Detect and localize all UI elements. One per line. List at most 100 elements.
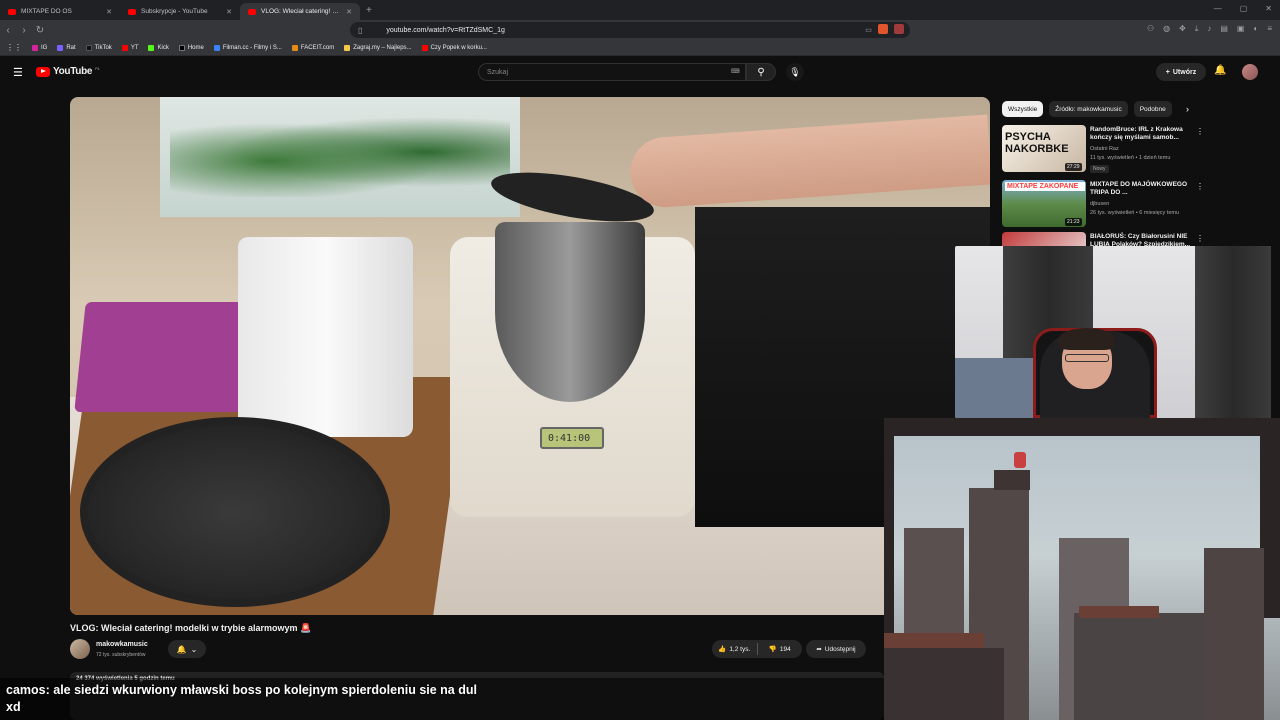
share-button[interactable]: ➦ Udostępnij: [806, 640, 866, 658]
video-scene-thermomix-bowl: [495, 222, 645, 402]
chip-related[interactable]: Podobne: [1133, 101, 1172, 117]
tab-subscriptions[interactable]: Subskrypcje - YouTube ✕: [120, 3, 240, 20]
more-options-icon[interactable]: ⋮: [1196, 127, 1204, 136]
youtube-logo[interactable]: YouTube PL: [36, 66, 100, 77]
recommendation-item[interactable]: PSYCHA NAKORBKE 27:29 RandomBruce: IRL z…: [1002, 125, 1204, 175]
recommendation-channel[interactable]: djbusen: [1090, 201, 1109, 207]
new-tab-icon[interactable]: +: [366, 5, 372, 16]
voice-search-icon[interactable]: 🎙: [786, 63, 804, 81]
recommendation-item[interactable]: BIAŁORUŚ: Czy Białorusini NIE LUBIĄ Pola…: [1002, 232, 1202, 246]
brave-shield-icon[interactable]: [878, 24, 888, 34]
game-building: [1074, 613, 1214, 720]
more-options-icon[interactable]: ⋮: [1196, 182, 1204, 191]
bookmark[interactable]: Zagraj.my – Najleps...: [344, 44, 412, 51]
youtube-icon: [121, 44, 128, 51]
video-scene-paper-towel: [238, 237, 413, 437]
video-scene-baking-tin: [80, 417, 390, 607]
cast-icon[interactable]: ▭: [865, 26, 872, 34]
recommendation-item[interactable]: MIXTAPE ZAKOPANE 21:23 MIXTAPE DO MAJÓWK…: [1002, 180, 1204, 230]
recommendation-title[interactable]: MIXTAPE DO MAJÓWKOWEGO TRIPA DO ...: [1090, 181, 1196, 197]
recommendation-title[interactable]: BIAŁORUŚ: Czy Białorusini NIE LUBIĄ Pola…: [1090, 233, 1196, 246]
window-controls: — ▢ ✕: [1214, 4, 1272, 13]
country-code: PL: [95, 66, 101, 71]
extension-icon[interactable]: ⚇: [1147, 24, 1154, 34]
close-tab-icon[interactable]: ✕: [226, 8, 232, 16]
forward-icon[interactable]: ›: [16, 25, 32, 36]
hamburger-menu-icon[interactable]: ☰: [13, 66, 23, 79]
url-text[interactable]: youtube.com/watch?v=RtTZdSMC_1g: [386, 27, 504, 34]
video-player[interactable]: 0:41:00: [70, 97, 990, 615]
brave-rewards-icon[interactable]: [894, 24, 904, 34]
thumbnail[interactable]: MIXTAPE ZAKOPANE 21:23: [1002, 180, 1086, 227]
download-icon[interactable]: ⤓: [1195, 24, 1199, 34]
bookmarks-bar: ⋮⋮ IG Rat TikTok YT Kick Home Filman.cc …: [0, 40, 1280, 56]
bookmark[interactable]: TikTok: [85, 44, 112, 51]
share-arrow-icon: ➦: [816, 646, 822, 653]
account-avatar[interactable]: [1242, 64, 1258, 80]
recommendation-channel[interactable]: Ostatni Raz: [1090, 146, 1119, 152]
minimize-icon[interactable]: —: [1214, 4, 1222, 13]
close-window-icon[interactable]: ✕: [1265, 4, 1272, 13]
tab-title: MIXTAPE DO OS: [21, 8, 72, 15]
apps-icon[interactable]: ⋮⋮: [6, 43, 22, 52]
tab-vlog[interactable]: VLOG: Wleciał catering! mod... ✕: [240, 3, 360, 20]
create-button[interactable]: + Utwórz: [1156, 63, 1206, 81]
extension-icon[interactable]: ◍: [1163, 24, 1170, 34]
x-icon: [178, 44, 185, 51]
kick-icon: [148, 44, 155, 51]
menu-icon[interactable]: ≡: [1267, 24, 1272, 34]
reload-icon[interactable]: ↻: [32, 25, 48, 36]
bookmark-star-icon[interactable]: ▯: [358, 26, 362, 35]
tab-mixtape[interactable]: MIXTAPE DO OS ✕: [0, 3, 120, 20]
bookmark[interactable]: FACEIT.com: [291, 44, 334, 51]
bookmark[interactable]: Rat: [57, 44, 76, 51]
search-input[interactable]: Szukaj: [478, 63, 746, 81]
chip-from-channel[interactable]: Źródło: makowkamusic: [1049, 101, 1128, 117]
back-icon[interactable]: ‹: [0, 25, 16, 36]
bookmark[interactable]: Kick: [148, 44, 169, 51]
dislike-button[interactable]: 👎 194: [758, 645, 803, 654]
puzzle-icon[interactable]: ✥: [1179, 24, 1186, 34]
bookmark[interactable]: Czy Popek w korku...: [421, 44, 487, 51]
chat-text: : ale siedzi wkurwiony mławski boss po k…: [45, 683, 477, 697]
tab-title: Subskrypcje - YouTube: [141, 8, 208, 15]
chip-all[interactable]: Wszystkie: [1002, 101, 1044, 117]
music-icon[interactable]: ♪: [1207, 24, 1211, 34]
maximize-icon[interactable]: ▢: [1240, 4, 1248, 13]
recommendation-meta: 11 tys. wyświetleń • 1 dzień temu: [1090, 155, 1171, 161]
bookmark[interactable]: YT: [121, 44, 138, 51]
toolbar-extensions: ⚇ ◍ ✥ ⤓ ♪ ▤ ▣ ◐ ≡: [1147, 24, 1272, 34]
notifications-bell-icon[interactable]: 🔔: [1214, 65, 1226, 76]
subscribed-bell-button[interactable]: 🔔 ⌄: [168, 640, 206, 658]
youtube-favicon-icon: [8, 8, 16, 15]
tiktok-icon: [85, 44, 92, 51]
thumbnail[interactable]: PSYCHA NAKORBKE 27:29: [1002, 125, 1086, 172]
close-tab-icon[interactable]: ✕: [346, 8, 352, 16]
like-button[interactable]: 👍 1,2 tys.: [712, 645, 757, 654]
bookmark-icon: [57, 44, 64, 51]
tab-title: VLOG: Wleciał catering! mod...: [261, 8, 342, 15]
channel-name[interactable]: makowkamusic: [96, 641, 148, 648]
recommendation-meta: 26 tys. wyświetleń • 6 miesięcy temu: [1090, 210, 1180, 216]
recommendation-title[interactable]: RandomBruce: IRL z Krakowa kończy się my…: [1090, 126, 1196, 142]
webcam-glasses: [1065, 354, 1109, 362]
thumbs-down-icon: 👎: [768, 646, 777, 653]
bookmark[interactable]: Home: [178, 44, 204, 51]
sidebar-icon[interactable]: ▤: [1220, 24, 1228, 34]
duration-badge: 21:23: [1065, 218, 1082, 226]
thumbnail[interactable]: [1002, 232, 1086, 246]
vpn-icon[interactable]: ◐: [1253, 24, 1258, 34]
extension-shields: [878, 24, 904, 34]
keyboard-icon[interactable]: ⌨: [731, 68, 740, 75]
search-button[interactable]: ⚲: [746, 63, 776, 81]
bookmark[interactable]: IG: [32, 44, 47, 51]
bookmark[interactable]: Filman.cc - Filmy i S...: [213, 44, 282, 51]
channel-avatar[interactable]: [70, 639, 90, 659]
more-options-icon[interactable]: ⋮: [1196, 234, 1202, 243]
omnibox[interactable]: ▯ youtube.com/watch?v=RtTZdSMC_1g ▭ ⇪ ☆: [350, 22, 910, 38]
wallet-icon[interactable]: ▣: [1237, 24, 1245, 34]
video-scene-arm: [627, 114, 990, 210]
chevron-right-icon[interactable]: ›: [1186, 104, 1189, 114]
game-building: [1204, 548, 1264, 720]
close-tab-icon[interactable]: ✕: [106, 8, 112, 16]
